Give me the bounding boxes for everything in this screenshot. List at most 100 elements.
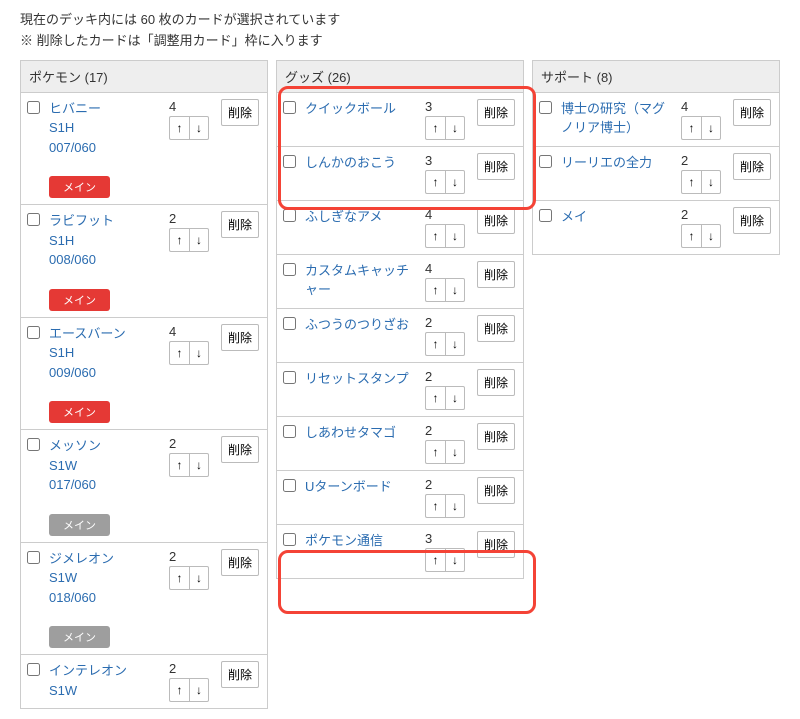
increment-button[interactable]: ↑ (425, 170, 445, 194)
decrement-button[interactable]: ↓ (445, 278, 465, 302)
increment-button[interactable]: ↑ (425, 116, 445, 140)
card-link[interactable]: カスタムキャッチャー (305, 263, 409, 298)
card-link[interactable]: しんかのおこう (305, 155, 396, 170)
decrement-button[interactable]: ↓ (701, 116, 721, 140)
increment-button[interactable]: ↑ (681, 116, 701, 140)
card-link[interactable]: クイックボール (305, 101, 396, 116)
delete-button[interactable]: 削除 (221, 324, 259, 351)
delete-button[interactable]: 削除 (477, 99, 515, 126)
decrement-button[interactable]: ↓ (445, 116, 465, 140)
card-link[interactable]: Uターンボード (305, 479, 392, 494)
card-link[interactable]: ジメレオン (49, 551, 114, 566)
decrement-button[interactable]: ↓ (189, 453, 209, 477)
decrement-button[interactable]: ↓ (189, 678, 209, 702)
card-link[interactable]: 博士の研究（マグノリア博士） (561, 101, 665, 136)
select-checkbox[interactable] (283, 371, 296, 384)
qty-value: 2 (425, 315, 471, 330)
delete-button[interactable]: 削除 (733, 99, 771, 126)
main-badge[interactable]: メイン (49, 176, 110, 198)
select-checkbox[interactable] (283, 209, 296, 222)
decrement-button[interactable]: ↓ (445, 440, 465, 464)
delete-button[interactable]: 削除 (477, 315, 515, 342)
card-name-cell: ポケモン通信 (305, 531, 419, 551)
card-link[interactable]: ふつうのつりざお (305, 317, 409, 332)
select-checkbox[interactable] (283, 263, 296, 276)
increment-button[interactable]: ↑ (425, 386, 445, 410)
card-link[interactable]: メイ (561, 209, 587, 224)
select-checkbox[interactable] (283, 317, 296, 330)
main-badge[interactable]: メイン (49, 514, 110, 536)
select-checkbox[interactable] (27, 326, 40, 339)
decrement-button[interactable]: ↓ (189, 566, 209, 590)
increment-button[interactable]: ↑ (425, 224, 445, 248)
decrement-button[interactable]: ↓ (445, 224, 465, 248)
select-checkbox[interactable] (27, 438, 40, 451)
increment-button[interactable]: ↑ (425, 440, 445, 464)
delete-button[interactable]: 削除 (477, 261, 515, 288)
increment-button[interactable]: ↑ (681, 224, 701, 248)
increment-button[interactable]: ↑ (681, 170, 701, 194)
increment-button[interactable]: ↑ (425, 494, 445, 518)
select-checkbox[interactable] (283, 479, 296, 492)
delete-button[interactable]: 削除 (477, 477, 515, 504)
delete-button[interactable]: 削除 (477, 369, 515, 396)
delete-button[interactable]: 削除 (477, 153, 515, 180)
increment-button[interactable]: ↑ (425, 548, 445, 572)
decrement-button[interactable]: ↓ (445, 170, 465, 194)
delete-button[interactable]: 削除 (733, 207, 771, 234)
card-name-cell: 博士の研究（マグノリア博士） (561, 99, 675, 138)
select-checkbox[interactable] (27, 213, 40, 226)
decrement-button[interactable]: ↓ (189, 228, 209, 252)
main-badge[interactable]: メイン (49, 289, 110, 311)
card-link[interactable]: リーリエの全力 (561, 155, 652, 170)
select-checkbox[interactable] (283, 101, 296, 114)
card-name-cell: しあわせタマゴ (305, 423, 419, 443)
decrement-button[interactable]: ↓ (701, 224, 721, 248)
decrement-button[interactable]: ↓ (701, 170, 721, 194)
select-checkbox[interactable] (283, 425, 296, 438)
decrement-button[interactable]: ↓ (445, 386, 465, 410)
qty-value: 2 (425, 477, 471, 492)
select-checkbox[interactable] (539, 155, 552, 168)
card-link[interactable]: ポケモン通信 (305, 533, 383, 548)
delete-button[interactable]: 削除 (477, 207, 515, 234)
card-link[interactable]: リセットスタンプ (305, 371, 409, 386)
decrement-button[interactable]: ↓ (445, 332, 465, 356)
increment-button[interactable]: ↑ (169, 453, 189, 477)
main-badge[interactable]: メイン (49, 401, 110, 423)
increment-button[interactable]: ↑ (169, 341, 189, 365)
decrement-button[interactable]: ↓ (189, 116, 209, 140)
decrement-button[interactable]: ↓ (189, 341, 209, 365)
delete-button[interactable]: 削除 (477, 423, 515, 450)
select-checkbox[interactable] (27, 551, 40, 564)
card-link[interactable]: ヒバニー (49, 101, 101, 116)
select-checkbox[interactable] (283, 533, 296, 546)
increment-button[interactable]: ↑ (169, 116, 189, 140)
card-link[interactable]: ラビフット (49, 213, 114, 228)
increment-button[interactable]: ↑ (169, 566, 189, 590)
increment-button[interactable]: ↑ (425, 278, 445, 302)
delete-button[interactable]: 削除 (221, 549, 259, 576)
decrement-button[interactable]: ↓ (445, 494, 465, 518)
increment-button[interactable]: ↑ (425, 332, 445, 356)
select-checkbox[interactable] (27, 101, 40, 114)
delete-button[interactable]: 削除 (477, 531, 515, 558)
select-checkbox[interactable] (539, 209, 552, 222)
delete-button[interactable]: 削除 (221, 99, 259, 126)
delete-button[interactable]: 削除 (221, 211, 259, 238)
card-link[interactable]: エースバーン (49, 326, 126, 341)
card-link[interactable]: インテレオン (49, 663, 127, 678)
delete-button[interactable]: 削除 (733, 153, 771, 180)
delete-button[interactable]: 削除 (221, 661, 259, 688)
select-checkbox[interactable] (539, 101, 552, 114)
delete-button[interactable]: 削除 (221, 436, 259, 463)
card-link[interactable]: しあわせタマゴ (305, 425, 396, 440)
card-link[interactable]: ふしぎなアメ (305, 209, 382, 224)
select-checkbox[interactable] (283, 155, 296, 168)
increment-button[interactable]: ↑ (169, 228, 189, 252)
decrement-button[interactable]: ↓ (445, 548, 465, 572)
select-checkbox[interactable] (27, 663, 40, 676)
increment-button[interactable]: ↑ (169, 678, 189, 702)
card-link[interactable]: メッソン (49, 438, 101, 453)
main-badge[interactable]: メイン (49, 626, 110, 648)
